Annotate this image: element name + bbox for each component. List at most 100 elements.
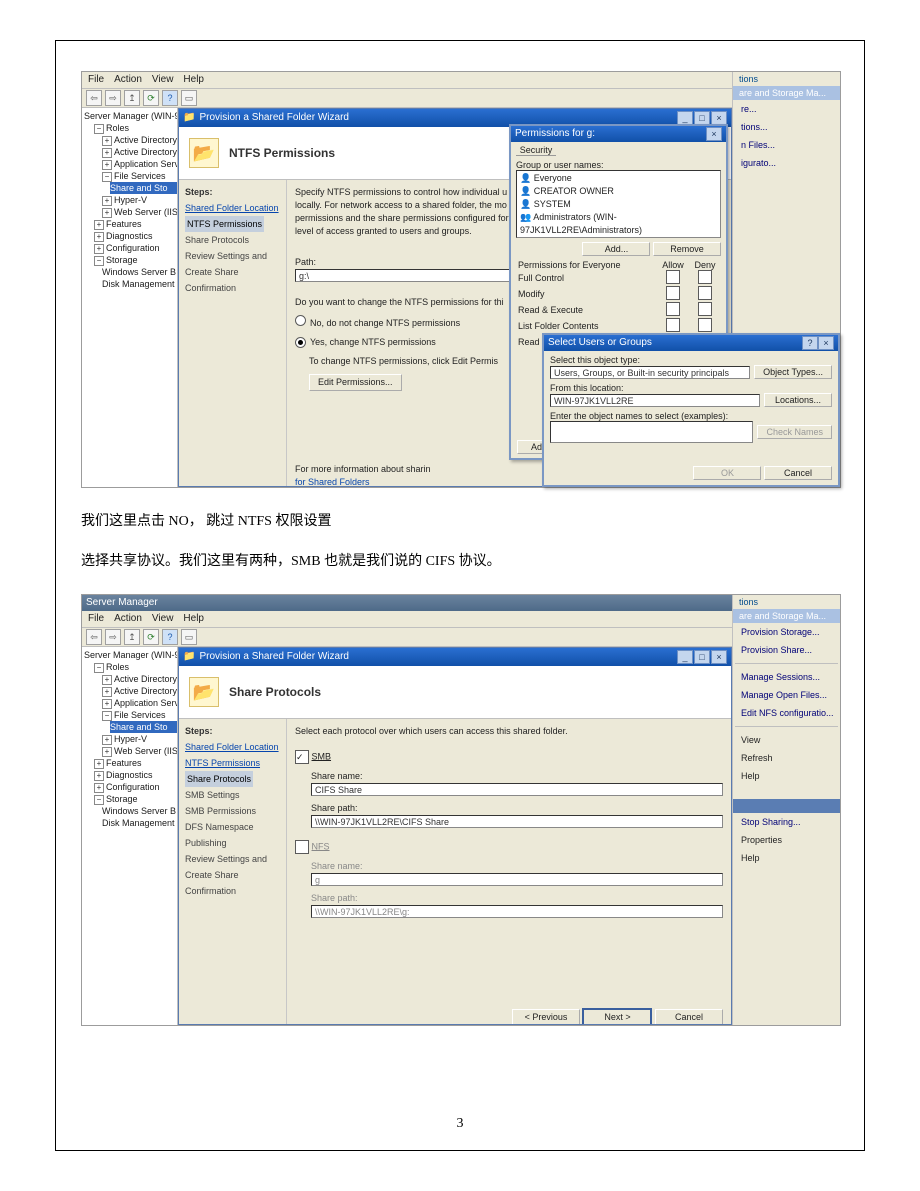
cancel-button[interactable]: Cancel	[655, 1009, 723, 1025]
menu-action[interactable]: Action	[114, 72, 142, 88]
step-link: SMB Permissions	[185, 803, 280, 819]
list-item[interactable]: 👤 Everyone	[520, 172, 717, 185]
wizard-steps: Steps: Shared Folder Location NTFS Permi…	[179, 180, 287, 487]
dialog-title: Permissions for g:	[515, 125, 706, 143]
close-icon[interactable]: ×	[711, 111, 727, 125]
list-item[interactable]: 👤 SYSTEM	[520, 198, 717, 211]
back-icon[interactable]: ⇦	[86, 629, 102, 645]
menubar: File Action View Help	[82, 72, 840, 89]
maximize-icon[interactable]: □	[694, 111, 710, 125]
tree-item-selected[interactable]: Share and Sto	[110, 182, 177, 194]
smb-share-input[interactable]: CIFS Share	[311, 783, 723, 796]
dialog-title: Select Users or Groups	[548, 334, 802, 352]
tree-item: −Roles	[94, 122, 177, 134]
close-icon[interactable]: ×	[711, 650, 727, 664]
action-item[interactable]: Stop Sharing...	[733, 813, 840, 831]
list-item[interactable]: 👥 Users (WIN-97JK1VLL2RE\Users)	[520, 237, 717, 238]
wizard-heading: Share Protocols	[229, 685, 321, 699]
action-item[interactable]: Provision Storage...	[733, 623, 840, 641]
close-icon[interactable]: ×	[706, 127, 722, 141]
perm-row: Full Control	[516, 270, 657, 286]
close-icon[interactable]: ×	[818, 336, 834, 350]
step-link[interactable]: NTFS Permissions	[185, 755, 280, 771]
previous-button[interactable]: < Previous	[512, 1009, 580, 1025]
action-item[interactable]: Properties	[733, 831, 840, 849]
menu-view[interactable]: View	[152, 611, 174, 627]
action-item[interactable]: Refresh	[733, 749, 840, 767]
properties-icon[interactable]: ▭	[181, 629, 197, 645]
deny-checkbox[interactable]	[698, 270, 712, 284]
help-icon[interactable]: ?	[802, 336, 818, 350]
users-listbox[interactable]: 👤 Everyone 👤 CREATOR OWNER 👤 SYSTEM 👥 Ad…	[516, 170, 721, 238]
smb-share-label: Share name:	[311, 770, 723, 783]
menu-action[interactable]: Action	[114, 611, 142, 627]
wizard-main: Select each protocol over which users ca…	[287, 719, 731, 1025]
tree-root[interactable]: Server Manager (WIN-97	[84, 649, 177, 661]
step-link[interactable]: Shared Folder Location	[185, 739, 280, 755]
forward-icon[interactable]: ⇨	[105, 629, 121, 645]
list-item[interactable]: 👤 CREATOR OWNER	[520, 185, 717, 198]
footer-link[interactable]: for Shared Folders	[295, 477, 370, 487]
cancel-button[interactable]: Cancel	[764, 466, 832, 480]
ok-button[interactable]: OK	[693, 466, 761, 480]
step-link: Share Protocols	[185, 232, 280, 248]
tree-root[interactable]: Server Manager (WIN-97	[84, 110, 177, 122]
back-icon[interactable]: ⇦	[86, 90, 102, 106]
refresh-icon[interactable]: ⟳	[143, 90, 159, 106]
action-item[interactable]: Provision Share...	[733, 641, 840, 659]
folder-icon: 📁	[183, 109, 195, 127]
help-icon[interactable]: ?	[162, 629, 178, 645]
properties-icon[interactable]: ▭	[181, 90, 197, 106]
remove-button[interactable]: Remove	[653, 242, 721, 256]
wizard-steps: Steps: Shared Folder Location NTFS Permi…	[179, 719, 287, 1025]
app-title: Server Manager	[86, 594, 786, 612]
action-item[interactable]: n Files...	[733, 136, 840, 154]
action-item[interactable]: Edit NFS configuratio...	[733, 704, 840, 722]
step-link: Review Settings and Create Share	[185, 851, 280, 883]
actions-frag: tions	[733, 72, 840, 86]
up-icon[interactable]: ↥	[124, 629, 140, 645]
wizard-folder-icon: 📂	[189, 677, 219, 707]
refresh-icon[interactable]: ⟳	[143, 629, 159, 645]
list-item[interactable]: 👥 Administrators (WIN-97JK1VLL2RE\Admini…	[520, 211, 717, 237]
step-current: NTFS Permissions	[185, 216, 264, 232]
menu-file[interactable]: File	[88, 611, 104, 627]
maximize-icon[interactable]: □	[694, 650, 710, 664]
action-item[interactable]: igurato...	[733, 154, 840, 172]
nav-tree[interactable]: Server Manager (WIN-97 −Roles +Active Di…	[82, 647, 178, 1025]
action-item[interactable]: Help	[733, 767, 840, 785]
menu-view[interactable]: View	[152, 72, 174, 88]
toolbar: ⇦ ⇨ ↥ ⟳ ? ▭	[82, 628, 840, 647]
step-current: Share Protocols	[185, 771, 253, 787]
menu-help[interactable]: Help	[183, 611, 204, 627]
step-link[interactable]: Shared Folder Location	[185, 200, 280, 216]
nav-tree[interactable]: Server Manager (WIN-97 −Roles +Active Di…	[82, 108, 178, 487]
tree-item-selected[interactable]: Share and Sto	[110, 721, 177, 733]
help-icon[interactable]: ?	[162, 90, 178, 106]
locations-button[interactable]: Locations...	[764, 393, 832, 407]
action-item[interactable]: Manage Open Files...	[733, 686, 840, 704]
action-item[interactable]: tions...	[733, 118, 840, 136]
smb-checkbox[interactable]: ✓ SMB	[295, 750, 723, 764]
action-item[interactable]: re...	[733, 100, 840, 118]
names-input[interactable]	[550, 421, 753, 443]
forward-icon[interactable]: ⇨	[105, 90, 121, 106]
action-item[interactable]: Manage Sessions...	[733, 668, 840, 686]
minimize-icon[interactable]: _	[677, 650, 693, 664]
up-icon[interactable]: ↥	[124, 90, 140, 106]
allow-checkbox[interactable]	[666, 270, 680, 284]
edit-permissions-button[interactable]: Edit Permissions...	[309, 374, 402, 391]
check-names-button[interactable]: Check Names	[757, 425, 832, 439]
action-item[interactable]: Help	[733, 849, 840, 867]
minimize-icon[interactable]: _	[677, 111, 693, 125]
nfs-path-label: Share path:	[311, 892, 723, 905]
nfs-checkbox[interactable]: NFS	[295, 840, 723, 854]
menu-help[interactable]: Help	[183, 72, 204, 88]
object-types-button[interactable]: Object Types...	[754, 365, 832, 379]
security-tab[interactable]: Security	[516, 145, 556, 156]
add-button[interactable]: Add...	[582, 242, 650, 256]
menu-file[interactable]: File	[88, 72, 104, 88]
smb-path-field: \\WIN-97JK1VLL2RE\CIFS Share	[311, 815, 723, 828]
action-item[interactable]: View	[733, 731, 840, 749]
next-button[interactable]: Next >	[582, 1008, 652, 1025]
